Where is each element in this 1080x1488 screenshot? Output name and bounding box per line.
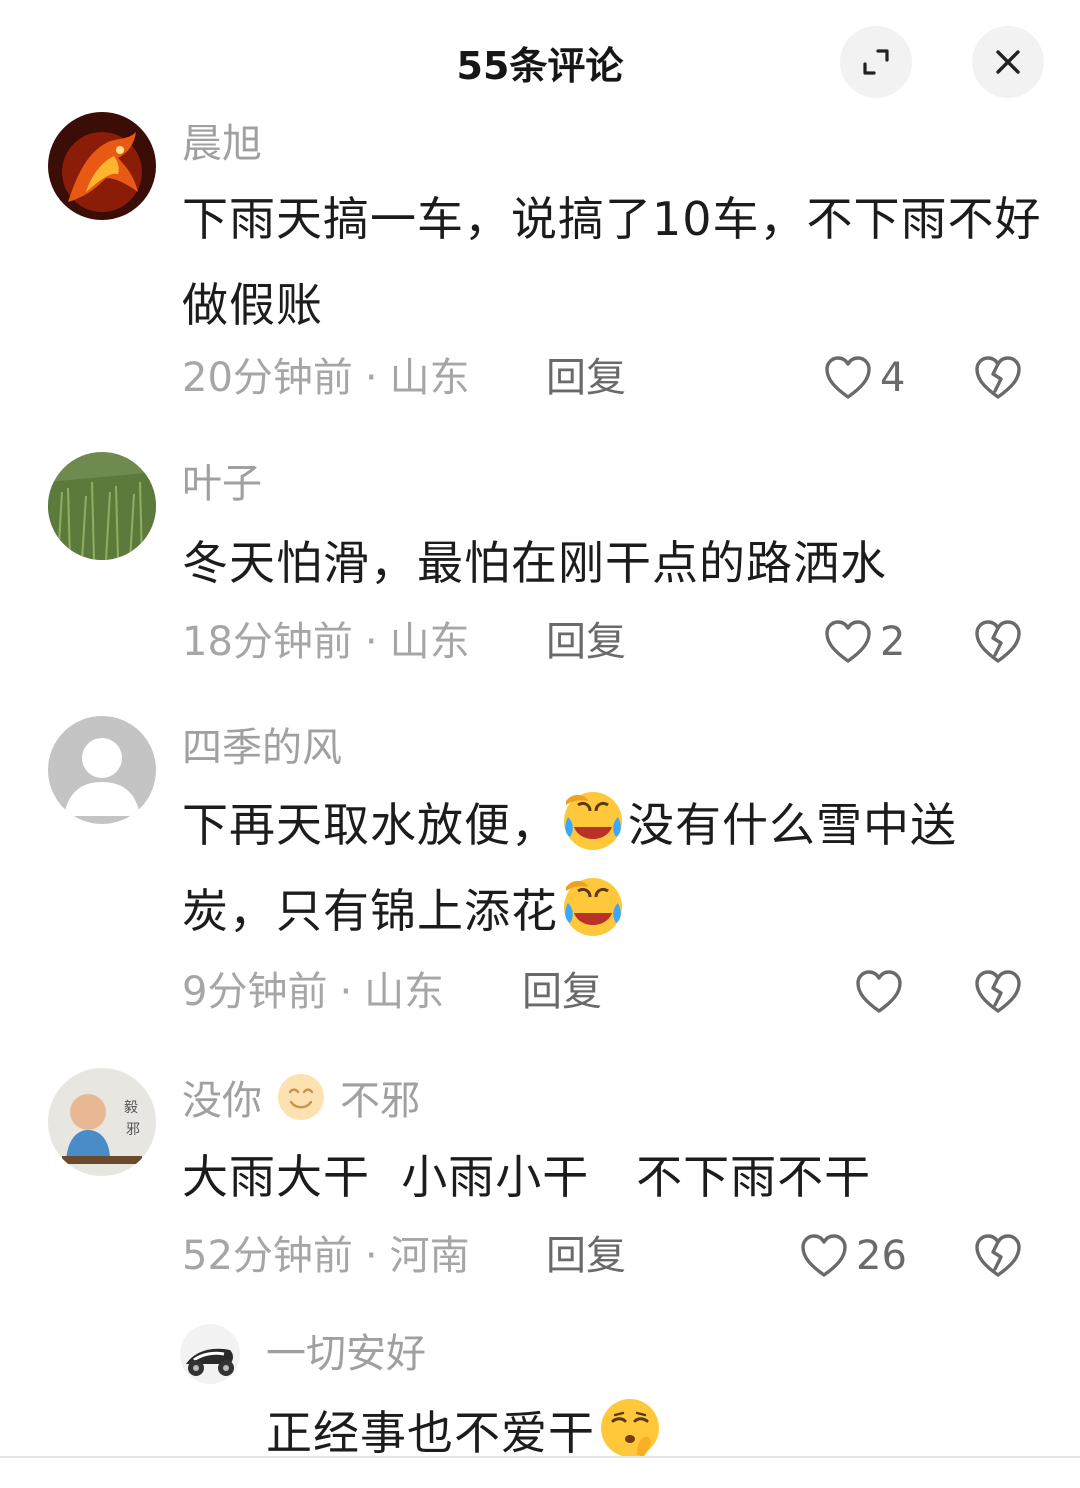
comment-meta: 18分钟前 · 山东 — [182, 614, 470, 670]
reply-button[interactable]: 回复 — [546, 1228, 626, 1284]
laughing-crying-emoji-icon — [560, 787, 626, 853]
avatar-default[interactable] — [48, 716, 156, 824]
comment-text: 下雨天搞一车，说搞了10车，不下雨不好做假账 — [182, 192, 1042, 332]
username-part: 没你 — [182, 1078, 262, 1124]
comment-text-part: 下再天取水放便， — [182, 798, 558, 852]
comment-username[interactable]: 四季的风 — [182, 720, 342, 776]
close-icon — [996, 50, 1020, 74]
like-button[interactable]: 2 — [824, 614, 905, 670]
laughing-crying-emoji-icon — [560, 873, 626, 939]
broken-heart-icon[interactable] — [974, 1233, 1022, 1279]
meta-separator: · — [339, 969, 353, 1015]
comments-header: 55条评论 — [0, 0, 1080, 112]
divider — [0, 1456, 1080, 1458]
comment-text: 冬天怕滑，最怕在刚干点的路洒水 — [182, 536, 887, 590]
comment-time: 9分钟前 — [182, 969, 328, 1015]
comment-time: 20分钟前 — [182, 355, 353, 401]
sub-reply-username[interactable]: 一切安好 — [266, 1326, 426, 1382]
avatar[interactable] — [48, 112, 156, 220]
like-button[interactable] — [855, 964, 911, 1020]
avatar[interactable]: 毅 邪 — [48, 1068, 156, 1176]
comment-username[interactable]: 晨旭 — [182, 116, 262, 172]
sub-reply-text-part: 正经事也不爱干 — [266, 1406, 595, 1460]
comment-text: 下再天取水放便， 没有什么雪中送炭，只有锦上添花 — [182, 782, 1042, 954]
like-button[interactable]: 4 — [824, 350, 905, 406]
reply-button[interactable]: 回复 — [546, 350, 626, 406]
comment-location: 河南 — [389, 1233, 470, 1279]
comments-count-title: 55条评论 — [456, 44, 624, 88]
comment-meta: 52分钟前 · 河南 — [182, 1228, 470, 1284]
like-button[interactable]: 26 — [800, 1228, 907, 1284]
comment-time: 52分钟前 — [182, 1233, 353, 1279]
comment-location: 山东 — [389, 619, 470, 665]
svg-text:毅: 毅 — [124, 1099, 138, 1116]
smile-emoji-icon — [276, 1072, 326, 1122]
comment-username[interactable]: 叶子 — [182, 456, 262, 512]
close-button[interactable] — [972, 26, 1044, 98]
svg-text:邪: 邪 — [126, 1122, 140, 1138]
comment-location: 山东 — [389, 355, 470, 401]
expand-button[interactable] — [840, 26, 912, 98]
heart-icon — [825, 356, 871, 399]
comment-meta: 9分钟前 · 山东 — [182, 964, 444, 1020]
broken-heart-icon[interactable] — [974, 969, 1022, 1015]
avatar[interactable] — [180, 1324, 240, 1384]
heart-icon — [825, 620, 871, 663]
meta-separator: · — [364, 355, 378, 401]
comment-location: 山东 — [364, 969, 445, 1015]
comment-username[interactable]: 没你 不邪 — [182, 1072, 420, 1129]
heart-icon — [801, 1234, 847, 1277]
shushing-face-emoji-icon — [597, 1395, 663, 1461]
heart-icon — [856, 970, 902, 1013]
comment-time: 18分钟前 — [182, 619, 353, 665]
like-count: 26 — [856, 1233, 907, 1279]
expand-icon — [863, 49, 889, 75]
like-count: 2 — [880, 619, 906, 665]
meta-separator: · — [364, 1233, 378, 1279]
sub-reply-text: 正经事也不爱干 — [266, 1390, 1046, 1476]
reply-button[interactable]: 回复 — [522, 964, 602, 1020]
comment-meta: 20分钟前 · 山东 — [182, 350, 470, 406]
broken-heart-icon[interactable] — [974, 619, 1022, 665]
username-part: 不邪 — [340, 1078, 420, 1124]
like-count: 4 — [880, 355, 906, 401]
meta-separator: · — [364, 619, 378, 665]
avatar[interactable] — [48, 452, 156, 560]
comment-text: 大雨大干 小雨小干 不下雨不干 — [182, 1150, 872, 1204]
broken-heart-icon[interactable] — [974, 355, 1022, 401]
reply-button[interactable]: 回复 — [546, 614, 626, 670]
